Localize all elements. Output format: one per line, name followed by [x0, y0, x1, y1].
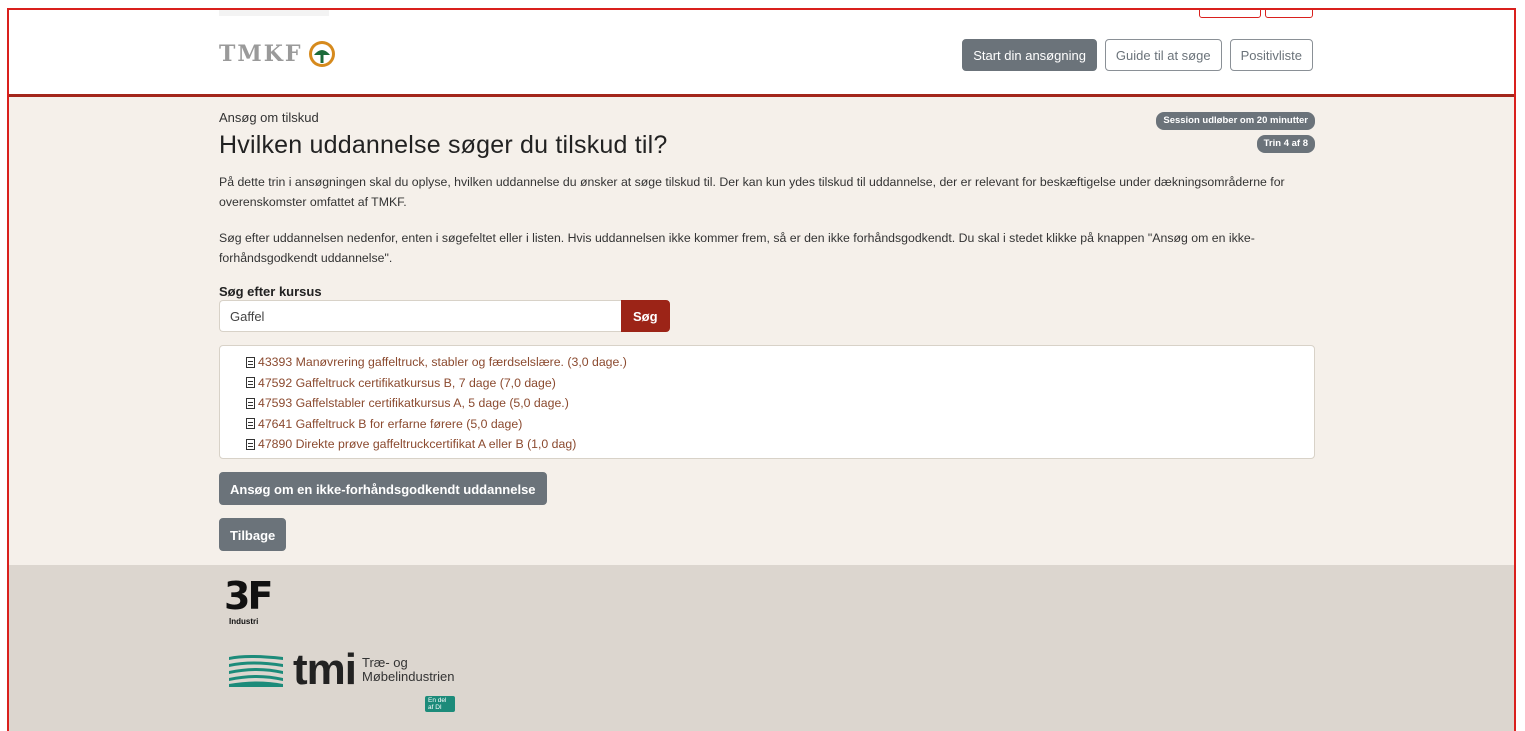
document-icon: [246, 397, 255, 409]
search-input[interactable]: [219, 300, 621, 332]
search-button[interactable]: Søg: [621, 300, 670, 332]
list-item[interactable]: 47593 Gaffelstabler certifikatkursus A, …: [246, 393, 1314, 414]
result-link[interactable]: 47593 Gaffelstabler certifikatkursus A, …: [258, 396, 569, 410]
tmi-logo[interactable]: tmi Træ- og Møbelindustrien En del af DI: [227, 645, 455, 712]
list-item[interactable]: 43393 Manøvrering gaffeltruck, stabler o…: [246, 352, 1314, 373]
intro-paragraph: På dette trin i ansøgningen skal du oply…: [219, 175, 1285, 209]
result-link[interactable]: 47641 Gaffeltruck B for erfarne førere (…: [258, 417, 522, 431]
results-list: 43393 Manøvrering gaffeltruck, stabler o…: [219, 345, 1315, 459]
tree-circle-icon: [309, 41, 336, 67]
start-application-button[interactable]: Start din ansøgning: [962, 39, 1097, 71]
tmi-logo-subtitle: Træ- og Møbelindustrien: [362, 656, 455, 684]
result-link[interactable]: 43393 Manøvrering gaffeltruck, stabler o…: [258, 355, 627, 369]
result-link[interactable]: 47592 Gaffeltruck certifikatkursus B, 7 …: [258, 376, 556, 390]
browser-frame: TMKF Start din ansøgning Guide til at sø…: [7, 8, 1516, 731]
3f-logo-subtitle: Industri: [229, 617, 259, 626]
back-button[interactable]: Tilbage: [219, 518, 287, 551]
document-icon: [246, 356, 255, 368]
instruction-paragraph: Søg efter uddannelsen nedenfor, enten i …: [219, 231, 1255, 265]
document-icon: [246, 377, 255, 389]
step-badge: Trin 4 af 8: [1256, 135, 1315, 153]
search-label: Søg efter kursus: [219, 284, 322, 299]
list-item[interactable]: 47890 Direkte prøve gaffeltruckcertifika…: [246, 434, 1314, 455]
top-mini-button-2[interactable]: [1265, 10, 1313, 18]
3f-logo[interactable]: 3F Industri: [224, 574, 273, 626]
session-badge: Session udløber om 20 minutter: [1156, 112, 1315, 130]
positive-list-button[interactable]: Positivliste: [1229, 39, 1313, 71]
tmi-logo-text: tmi: [293, 645, 357, 694]
page-title: Hvilken uddannelse søger du tilskud til?: [219, 131, 668, 159]
site-header: TMKF Start din ansøgning Guide til at sø…: [9, 10, 1514, 97]
3f-logo-text: 3F: [224, 574, 273, 618]
guide-button[interactable]: Guide til at søge: [1104, 39, 1222, 71]
list-item[interactable]: 47641 Gaffeltruck B for erfarne førere (…: [246, 414, 1314, 435]
tmi-logo-subtitle-line1: Træ- og: [362, 655, 408, 670]
tmi-waves-icon: [229, 655, 283, 687]
top-mini-button-1[interactable]: [1199, 10, 1261, 18]
main-content: Ansøg om tilskud Session udløber om 20 m…: [9, 97, 1514, 565]
tmi-logo-tag: En del af DI: [425, 696, 455, 712]
tmi-logo-subtitle-line2: Møbelindustrien: [362, 669, 455, 684]
site-footer: 3F Industri tmi Træ- og Møbelindustrien …: [9, 565, 1514, 731]
logo-text: TMKF: [219, 41, 303, 67]
result-link[interactable]: 47890 Direkte prøve gaffeltruckcertifika…: [258, 437, 576, 451]
apply-unapproved-button[interactable]: Ansøg om en ikke-forhåndsgodkendt uddann…: [219, 472, 547, 505]
list-item[interactable]: 47592 Gaffeltruck certifikatkursus B, 7 …: [246, 373, 1314, 394]
document-icon: [246, 438, 255, 450]
document-icon: [246, 418, 255, 430]
top-tab: [219, 10, 329, 16]
search-row: Søg: [219, 300, 670, 332]
header-nav: Start din ansøgning Guide til at søge Po…: [962, 39, 1313, 71]
tmkf-logo[interactable]: TMKF: [219, 40, 336, 68]
